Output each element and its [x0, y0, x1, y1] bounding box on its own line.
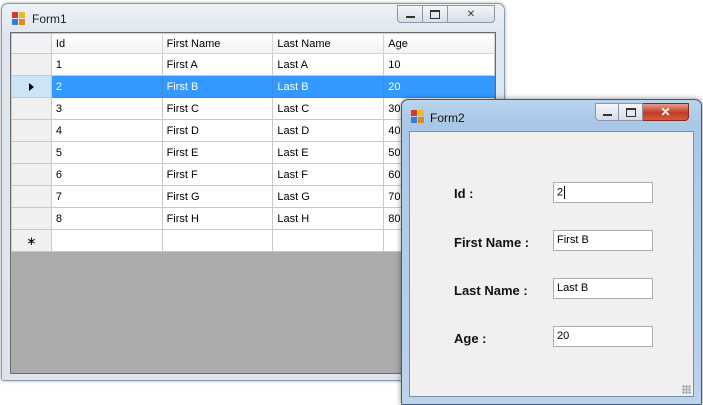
- form2-window[interactable]: Form2 ✕ Id : 2 First Name : First B Last…: [401, 99, 702, 405]
- first-name-textbox[interactable]: First B: [553, 230, 653, 251]
- table-row[interactable]: 1 First A Last A 10: [11, 53, 495, 76]
- row-header[interactable]: [11, 207, 52, 230]
- table-cell[interactable]: [272, 229, 385, 252]
- row-header[interactable]: [11, 185, 52, 208]
- column-header-last-name[interactable]: Last Name: [272, 33, 385, 54]
- id-label: Id :: [454, 186, 474, 201]
- last-name-value: Last B: [557, 282, 589, 294]
- table-cell[interactable]: First D: [161, 119, 274, 142]
- column-header-age[interactable]: Age: [383, 33, 495, 54]
- table-cell[interactable]: First B: [161, 75, 274, 98]
- column-header-first-name[interactable]: First Name: [161, 33, 274, 54]
- header-row: Id First Name Last Name Age: [11, 33, 495, 54]
- maximize-button[interactable]: [423, 5, 448, 23]
- close-button[interactable]: ✕: [643, 103, 689, 121]
- row-header[interactable]: [11, 163, 52, 186]
- close-icon: ✕: [466, 8, 476, 20]
- table-cell[interactable]: 20: [383, 75, 495, 98]
- table-cell[interactable]: Last D: [272, 119, 385, 142]
- table-cell[interactable]: Last G: [272, 185, 385, 208]
- table-cell[interactable]: 3: [50, 97, 163, 120]
- column-header-id[interactable]: Id: [50, 33, 163, 54]
- table-cell[interactable]: 6: [50, 163, 163, 186]
- age-label: Age :: [454, 331, 487, 346]
- first-name-label: First Name :: [454, 235, 530, 250]
- form2-client-area: Id : 2 First Name : First B Last Name : …: [409, 131, 694, 397]
- table-cell[interactable]: First E: [161, 141, 274, 164]
- close-button[interactable]: ✕: [448, 5, 495, 23]
- last-name-textbox[interactable]: Last B: [553, 278, 653, 299]
- age-textbox[interactable]: 20: [553, 326, 653, 347]
- table-cell[interactable]: Last E: [272, 141, 385, 164]
- table-cell[interactable]: Last H: [272, 207, 385, 230]
- window-title: Form2: [430, 111, 465, 125]
- table-cell[interactable]: 2: [50, 75, 163, 98]
- table-cell[interactable]: [161, 229, 274, 252]
- minimize-icon: [405, 15, 415, 18]
- table-cell[interactable]: 8: [50, 207, 163, 230]
- table-cell[interactable]: Last A: [272, 53, 385, 76]
- arrow-right-icon: [28, 82, 34, 91]
- id-value: 2: [557, 186, 564, 199]
- table-cell[interactable]: 7: [50, 185, 163, 208]
- close-icon: ✕: [660, 105, 671, 119]
- maximize-icon: [625, 107, 636, 117]
- id-textbox[interactable]: 2: [553, 182, 653, 203]
- table-cell[interactable]: Last F: [272, 163, 385, 186]
- table-cell[interactable]: [50, 229, 163, 252]
- minimize-button[interactable]: [397, 5, 423, 23]
- table-cell[interactable]: 5: [50, 141, 163, 164]
- table-cell[interactable]: Last C: [272, 97, 385, 120]
- age-value: 20: [557, 330, 570, 342]
- top-left-header-cell[interactable]: [11, 33, 52, 54]
- caption-buttons: ✕: [397, 5, 495, 23]
- text-caret: [564, 186, 566, 199]
- app-icon[interactable]: [12, 12, 26, 26]
- table-cell[interactable]: First A: [161, 53, 274, 76]
- asterisk-icon: ∗: [26, 233, 37, 248]
- last-name-label: Last Name :: [454, 283, 528, 298]
- row-header[interactable]: [11, 53, 52, 76]
- row-header[interactable]: [11, 75, 52, 98]
- minimize-icon: [602, 113, 612, 116]
- caption-buttons: ✕: [595, 103, 689, 121]
- new-row-header[interactable]: ∗: [11, 229, 52, 252]
- app-icon[interactable]: [411, 110, 425, 124]
- table-cell[interactable]: First F: [161, 163, 274, 186]
- table-cell[interactable]: Last B: [272, 75, 385, 98]
- table-cell[interactable]: First H: [161, 207, 274, 230]
- table-cell[interactable]: 10: [383, 53, 495, 76]
- maximize-button[interactable]: [619, 103, 643, 121]
- row-header[interactable]: [11, 141, 52, 164]
- table-cell[interactable]: First C: [161, 97, 274, 120]
- minimize-button[interactable]: [595, 103, 619, 121]
- table-row[interactable]: 2 First B Last B 20: [11, 75, 495, 98]
- table-cell[interactable]: 1: [50, 53, 163, 76]
- row-header[interactable]: [11, 97, 52, 120]
- window-title: Form1: [32, 12, 67, 26]
- resize-grip-icon[interactable]: [682, 385, 691, 394]
- maximize-icon: [430, 9, 440, 19]
- table-cell[interactable]: First G: [161, 185, 274, 208]
- row-header[interactable]: [11, 119, 52, 142]
- table-cell[interactable]: 4: [50, 119, 163, 142]
- first-name-value: First B: [557, 234, 589, 246]
